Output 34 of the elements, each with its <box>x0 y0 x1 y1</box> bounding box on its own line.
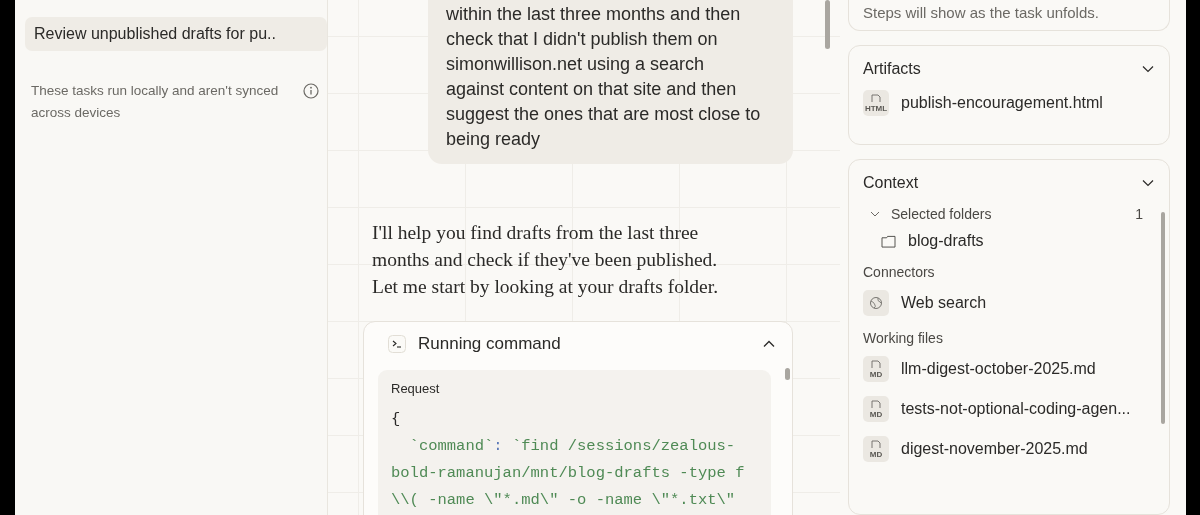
working-file[interactable]: tests-not-optional-coding-agen... <box>901 400 1131 418</box>
info-icon[interactable] <box>303 83 319 99</box>
folder-count: 1 <box>1135 206 1143 222</box>
scrollbar-thumb[interactable] <box>825 0 830 49</box>
connector-name[interactable]: Web search <box>901 294 987 312</box>
file-icon: MD <box>863 356 889 382</box>
code-line: bold-ramanujan/mnt/blog-drafts -type f <box>391 463 746 484</box>
progress-text: Steps will show as the task unfolds. <box>863 4 1099 21</box>
scrollbar-thumb[interactable] <box>1161 212 1165 424</box>
request-label: Request <box>391 381 441 396</box>
file-icon: MD <box>863 396 889 422</box>
sync-note: These tasks run locally and aren't synced across devices <box>31 82 280 122</box>
code-line: { <box>391 409 402 430</box>
folder-name[interactable]: blog-drafts <box>908 232 984 250</box>
artifact-file[interactable]: publish-encouragement.html <box>901 94 1103 112</box>
folder-icon <box>881 234 896 248</box>
user-message: within the last three months and then check that I didn't publish them on simonwillison.net using a search against content on that site and then suggest the ones that are most close to being ready <box>428 0 793 164</box>
file-icon: MD <box>863 436 889 462</box>
file-icon: HTML <box>863 90 889 116</box>
code-line: \\( -name \"*.md\" -o -name \"*.txt\" <box>391 490 737 511</box>
working-file[interactable]: llm-digest-october-2025.md <box>901 360 1096 378</box>
selected-folders-label[interactable]: Selected folders <box>891 206 992 222</box>
context-title: Context <box>863 174 919 192</box>
command-title: Running command <box>418 334 561 354</box>
working-files-label: Working files <box>863 330 944 346</box>
connectors-label: Connectors <box>863 264 936 280</box>
scrollbar-thumb[interactable] <box>785 368 790 380</box>
working-file[interactable]: digest-november-2025.md <box>901 440 1088 458</box>
task-item[interactable]: Review unpublished drafts for pu.. <box>25 17 327 51</box>
terminal-icon <box>388 335 406 353</box>
globe-icon <box>863 290 889 316</box>
artifacts-title: Artifacts <box>863 60 921 78</box>
assistant-message: I'll help you find drafts from the last three months and check if they've been published. Let me start by looking at your drafts folder. <box>372 221 720 299</box>
code-line: `command`: `find /sessions/zealous- <box>408 436 737 457</box>
